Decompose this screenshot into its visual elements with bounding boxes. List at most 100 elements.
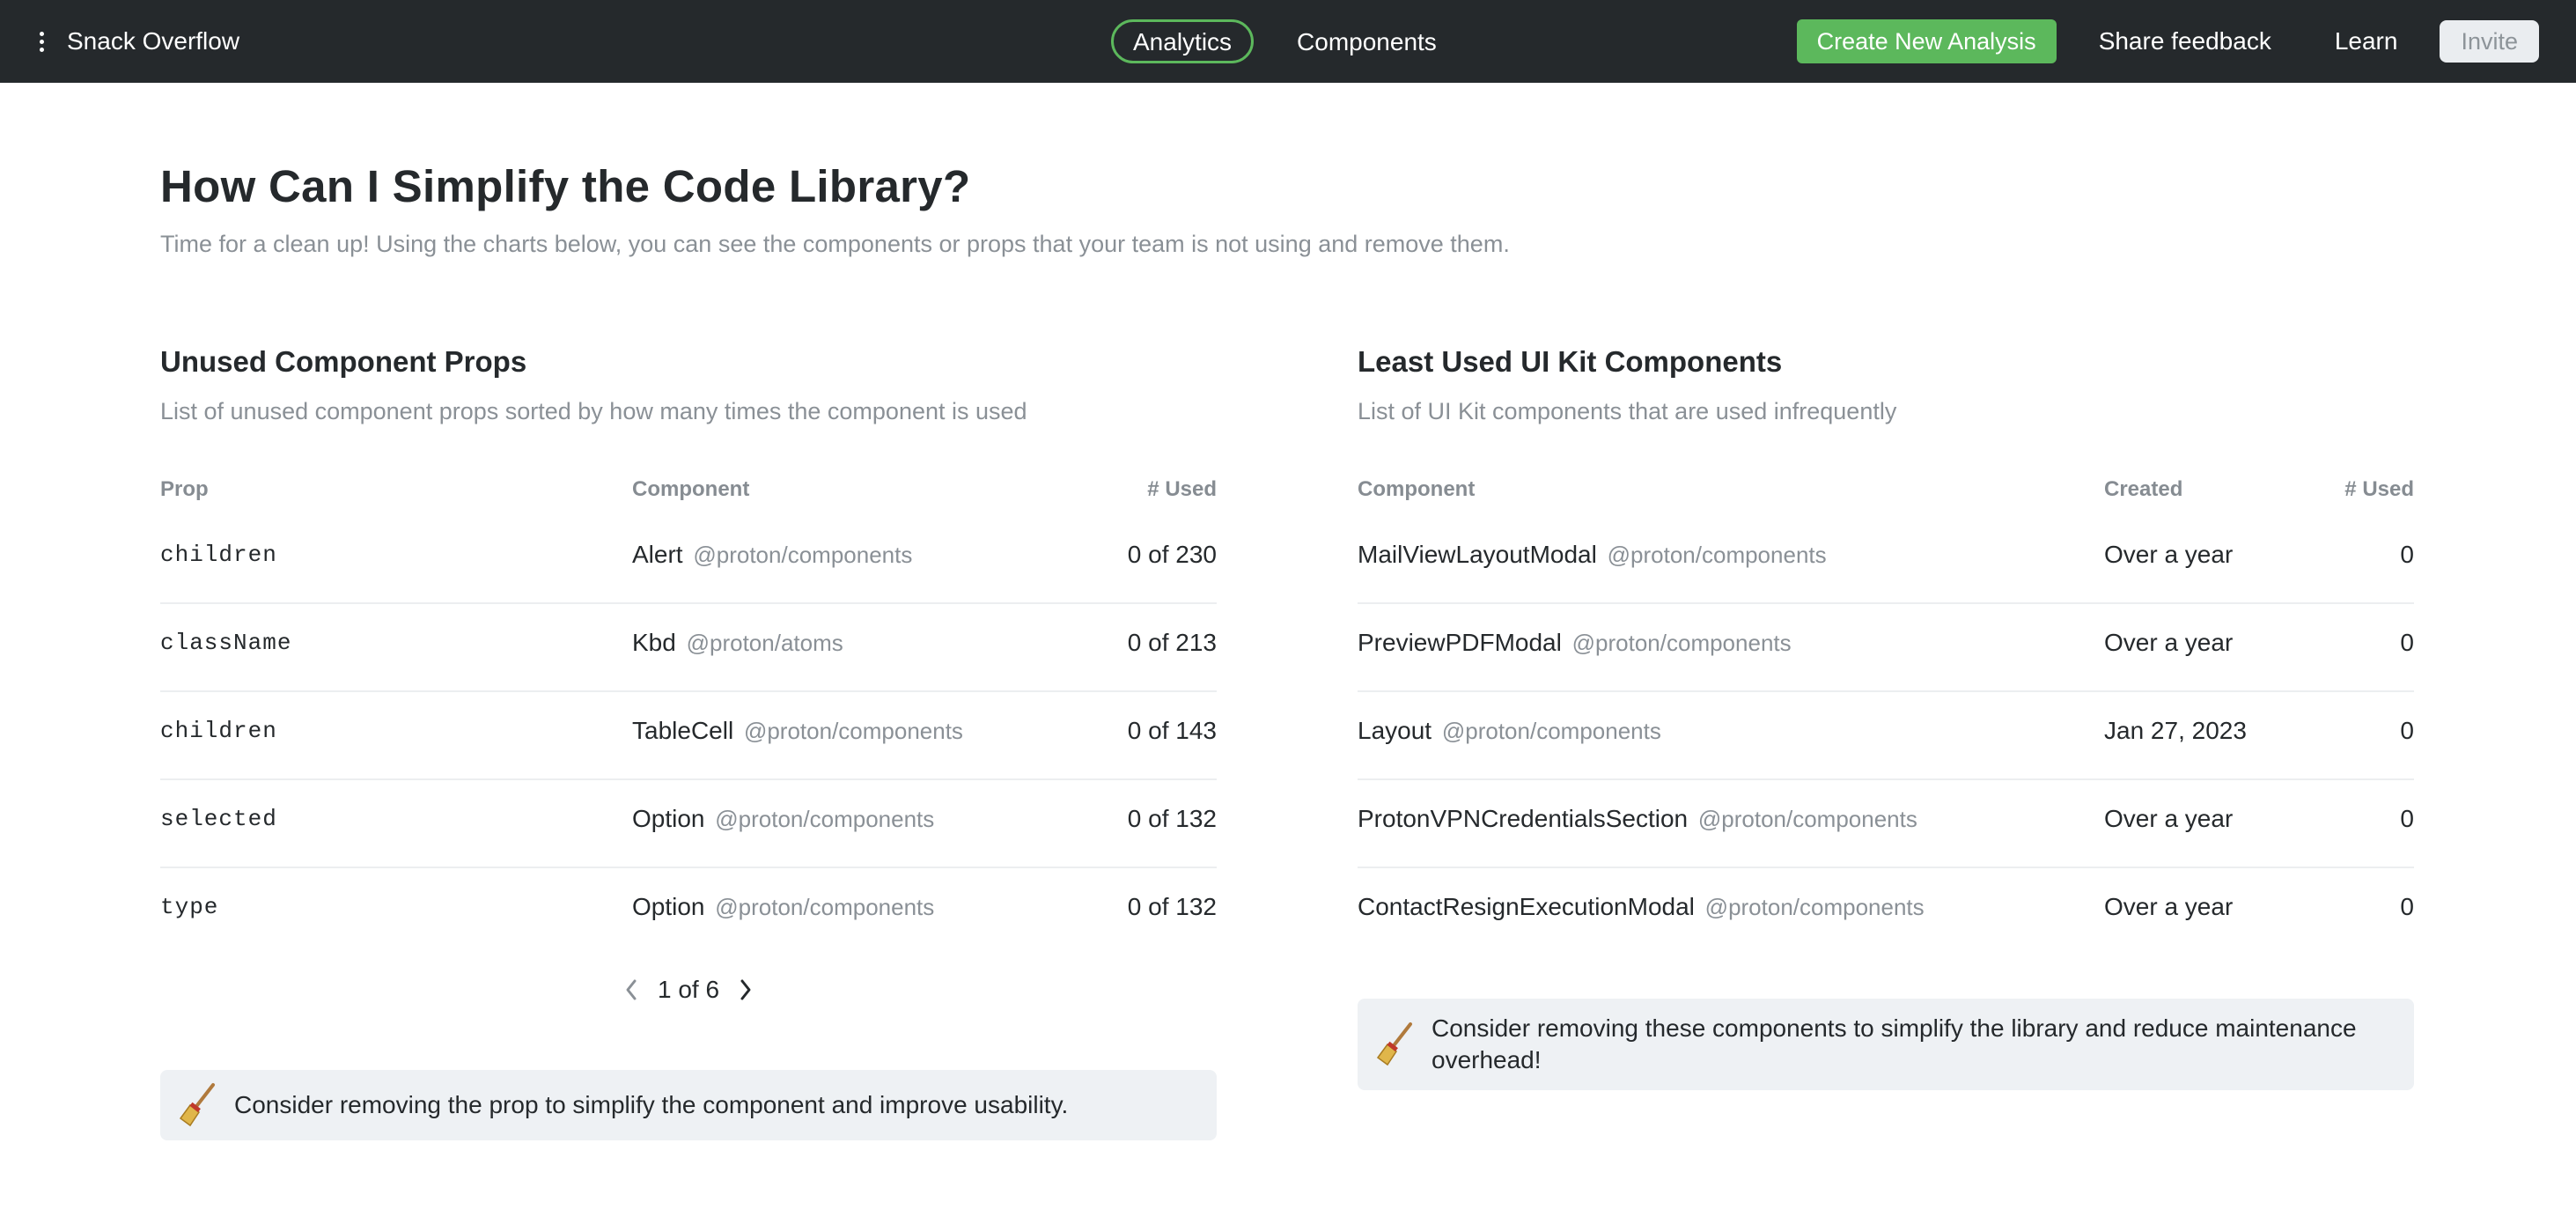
brand: Snack Overflow bbox=[32, 0, 239, 83]
table-row[interactable]: Layout @proton/components Jan 27, 2023 0 bbox=[1358, 692, 2414, 780]
component-name: ProtonVPNCredentialsSection bbox=[1358, 805, 1689, 832]
used-count: 0 of 213 bbox=[1127, 629, 1217, 656]
used-count: 0 of 132 bbox=[1127, 805, 1217, 832]
package-name: @proton/components bbox=[715, 806, 935, 832]
column-header-prop: Prop bbox=[160, 477, 209, 501]
table-row[interactable]: type Option @proton/components 0 of 132 bbox=[160, 868, 1217, 956]
prop-name: className bbox=[160, 630, 292, 656]
created-date: Over a year bbox=[2104, 541, 2234, 568]
invite-button[interactable]: Invite bbox=[2440, 20, 2539, 63]
component-cell: PreviewPDFModal @proton/components bbox=[1358, 604, 1792, 692]
component-name: Option bbox=[632, 805, 705, 832]
page-title: How Can I Simplify the Code Library? bbox=[160, 161, 971, 211]
table-row[interactable]: selected Option @proton/components 0 of … bbox=[160, 780, 1217, 868]
tip-text: Consider removing these components to si… bbox=[1432, 1014, 2357, 1073]
page-subtitle: Time for a clean up! Using the charts be… bbox=[160, 231, 1510, 257]
package-name: @proton/components bbox=[1697, 806, 1917, 832]
panel-subtitle: List of unused component props sorted by… bbox=[160, 398, 1027, 424]
used-count: 0 bbox=[2400, 893, 2414, 920]
used-count: 0 bbox=[2400, 805, 2414, 832]
package-name: @proton/components bbox=[1704, 894, 1925, 920]
share-feedback-link[interactable]: Share feedback bbox=[2099, 27, 2271, 55]
package-name: @proton/components bbox=[693, 542, 913, 568]
created-date: Jan 27, 2023 bbox=[2104, 717, 2247, 744]
table-row[interactable]: children Alert @proton/components 0 of 2… bbox=[160, 516, 1217, 604]
table-row[interactable]: className Kbd @proton/atoms 0 of 213 bbox=[160, 604, 1217, 692]
package-name: @proton/components bbox=[1571, 630, 1792, 656]
package-name: @proton/components bbox=[715, 894, 935, 920]
broom-icon bbox=[1376, 1022, 1412, 1066]
column-header-used: # Used bbox=[2344, 477, 2414, 501]
component-cell: Alert @proton/components bbox=[632, 516, 912, 604]
component-cell: Option @proton/components bbox=[632, 780, 934, 868]
component-cell: MailViewLayoutModal @proton/components bbox=[1358, 516, 1827, 604]
top-navigation-bar: Snack Overflow Analytics Components Crea… bbox=[0, 0, 2576, 83]
chevron-left-icon[interactable] bbox=[619, 976, 644, 1004]
column-header-used: # Used bbox=[1147, 477, 1217, 501]
prop-name: children bbox=[160, 542, 277, 568]
table-row[interactable]: MailViewLayoutModal @proton/components O… bbox=[1358, 516, 2414, 604]
table-header: Prop Component # Used bbox=[160, 477, 1217, 504]
prop-name: children bbox=[160, 718, 277, 744]
tip-banner: Consider removing the prop to simplify t… bbox=[160, 1070, 1217, 1140]
component-cell: Option @proton/components bbox=[632, 868, 934, 956]
component-cell: TableCell @proton/components bbox=[632, 692, 963, 780]
component-name: MailViewLayoutModal bbox=[1358, 541, 1597, 568]
tip-text: Consider removing the prop to simplify t… bbox=[234, 1091, 1069, 1118]
tab-components[interactable]: Components bbox=[1275, 19, 1459, 63]
component-name: Option bbox=[632, 893, 705, 920]
created-date: Over a year bbox=[2104, 893, 2234, 920]
component-name: ContactResignExecutionModal bbox=[1358, 893, 1695, 920]
brand-name[interactable]: Snack Overflow bbox=[67, 27, 239, 55]
package-name: @proton/components bbox=[1441, 718, 1661, 744]
table-row[interactable]: ProtonVPNCredentialsSection @proton/comp… bbox=[1358, 780, 2414, 868]
component-name: TableCell bbox=[632, 717, 734, 744]
column-header-component: Component bbox=[632, 477, 750, 501]
table-header: Component Created # Used bbox=[1358, 477, 2414, 504]
kebab-menu-icon[interactable] bbox=[32, 28, 51, 55]
main-tabs: Analytics Components bbox=[1111, 19, 1459, 63]
top-actions: Create New Analysis Share feedback Learn… bbox=[1796, 19, 2539, 63]
chevron-right-icon[interactable] bbox=[733, 976, 758, 1004]
component-cell: ProtonVPNCredentialsSection @proton/comp… bbox=[1358, 780, 1917, 868]
column-header-created: Created bbox=[2104, 477, 2183, 501]
table-row[interactable]: ContactResignExecutionModal @proton/comp… bbox=[1358, 868, 2414, 956]
unused-props-table: children Alert @proton/components 0 of 2… bbox=[160, 516, 1217, 956]
broom-icon bbox=[179, 1083, 215, 1127]
create-new-analysis-button[interactable]: Create New Analysis bbox=[1796, 19, 2057, 63]
component-cell: ContactResignExecutionModal @proton/comp… bbox=[1358, 868, 1925, 956]
used-count: 0 bbox=[2400, 629, 2414, 656]
prop-name: type bbox=[160, 894, 219, 920]
prop-name: selected bbox=[160, 806, 277, 832]
used-count: 0 bbox=[2400, 541, 2414, 568]
table-row[interactable]: children TableCell @proton/components 0 … bbox=[160, 692, 1217, 780]
column-header-component: Component bbox=[1358, 477, 1476, 501]
used-count: 0 of 132 bbox=[1127, 893, 1217, 920]
component-cell: Kbd @proton/atoms bbox=[632, 604, 843, 692]
panel-title: Least Used UI Kit Components bbox=[1358, 345, 1783, 378]
panel-subtitle: List of UI Kit components that are used … bbox=[1358, 398, 1897, 424]
component-cell: Layout @proton/components bbox=[1358, 692, 1661, 780]
used-count: 0 of 230 bbox=[1127, 541, 1217, 568]
pagination: 1 of 6 bbox=[160, 972, 1217, 1007]
package-name: @proton/atoms bbox=[686, 630, 843, 656]
learn-link[interactable]: Learn bbox=[2335, 27, 2398, 55]
created-date: Over a year bbox=[2104, 629, 2234, 656]
component-name: Layout bbox=[1358, 717, 1432, 744]
panel-title: Unused Component Props bbox=[160, 345, 527, 378]
used-count: 0 bbox=[2400, 717, 2414, 744]
least-used-components-panel: Least Used UI Kit Components List of UI … bbox=[1358, 345, 2414, 1090]
component-name: Alert bbox=[632, 541, 683, 568]
table-row[interactable]: PreviewPDFModal @proton/components Over … bbox=[1358, 604, 2414, 692]
created-date: Over a year bbox=[2104, 805, 2234, 832]
component-name: Kbd bbox=[632, 629, 676, 656]
unused-props-panel: Unused Component Props List of unused co… bbox=[160, 345, 1217, 1140]
least-used-table: MailViewLayoutModal @proton/components O… bbox=[1358, 516, 2414, 956]
package-name: @proton/components bbox=[1607, 542, 1827, 568]
tip-banner: Consider removing these components to si… bbox=[1358, 999, 2414, 1090]
used-count: 0 of 143 bbox=[1127, 717, 1217, 744]
component-name: PreviewPDFModal bbox=[1358, 629, 1562, 656]
package-name: @proton/components bbox=[743, 718, 963, 744]
tab-analytics[interactable]: Analytics bbox=[1111, 19, 1255, 63]
page-indicator: 1 of 6 bbox=[657, 976, 720, 1003]
